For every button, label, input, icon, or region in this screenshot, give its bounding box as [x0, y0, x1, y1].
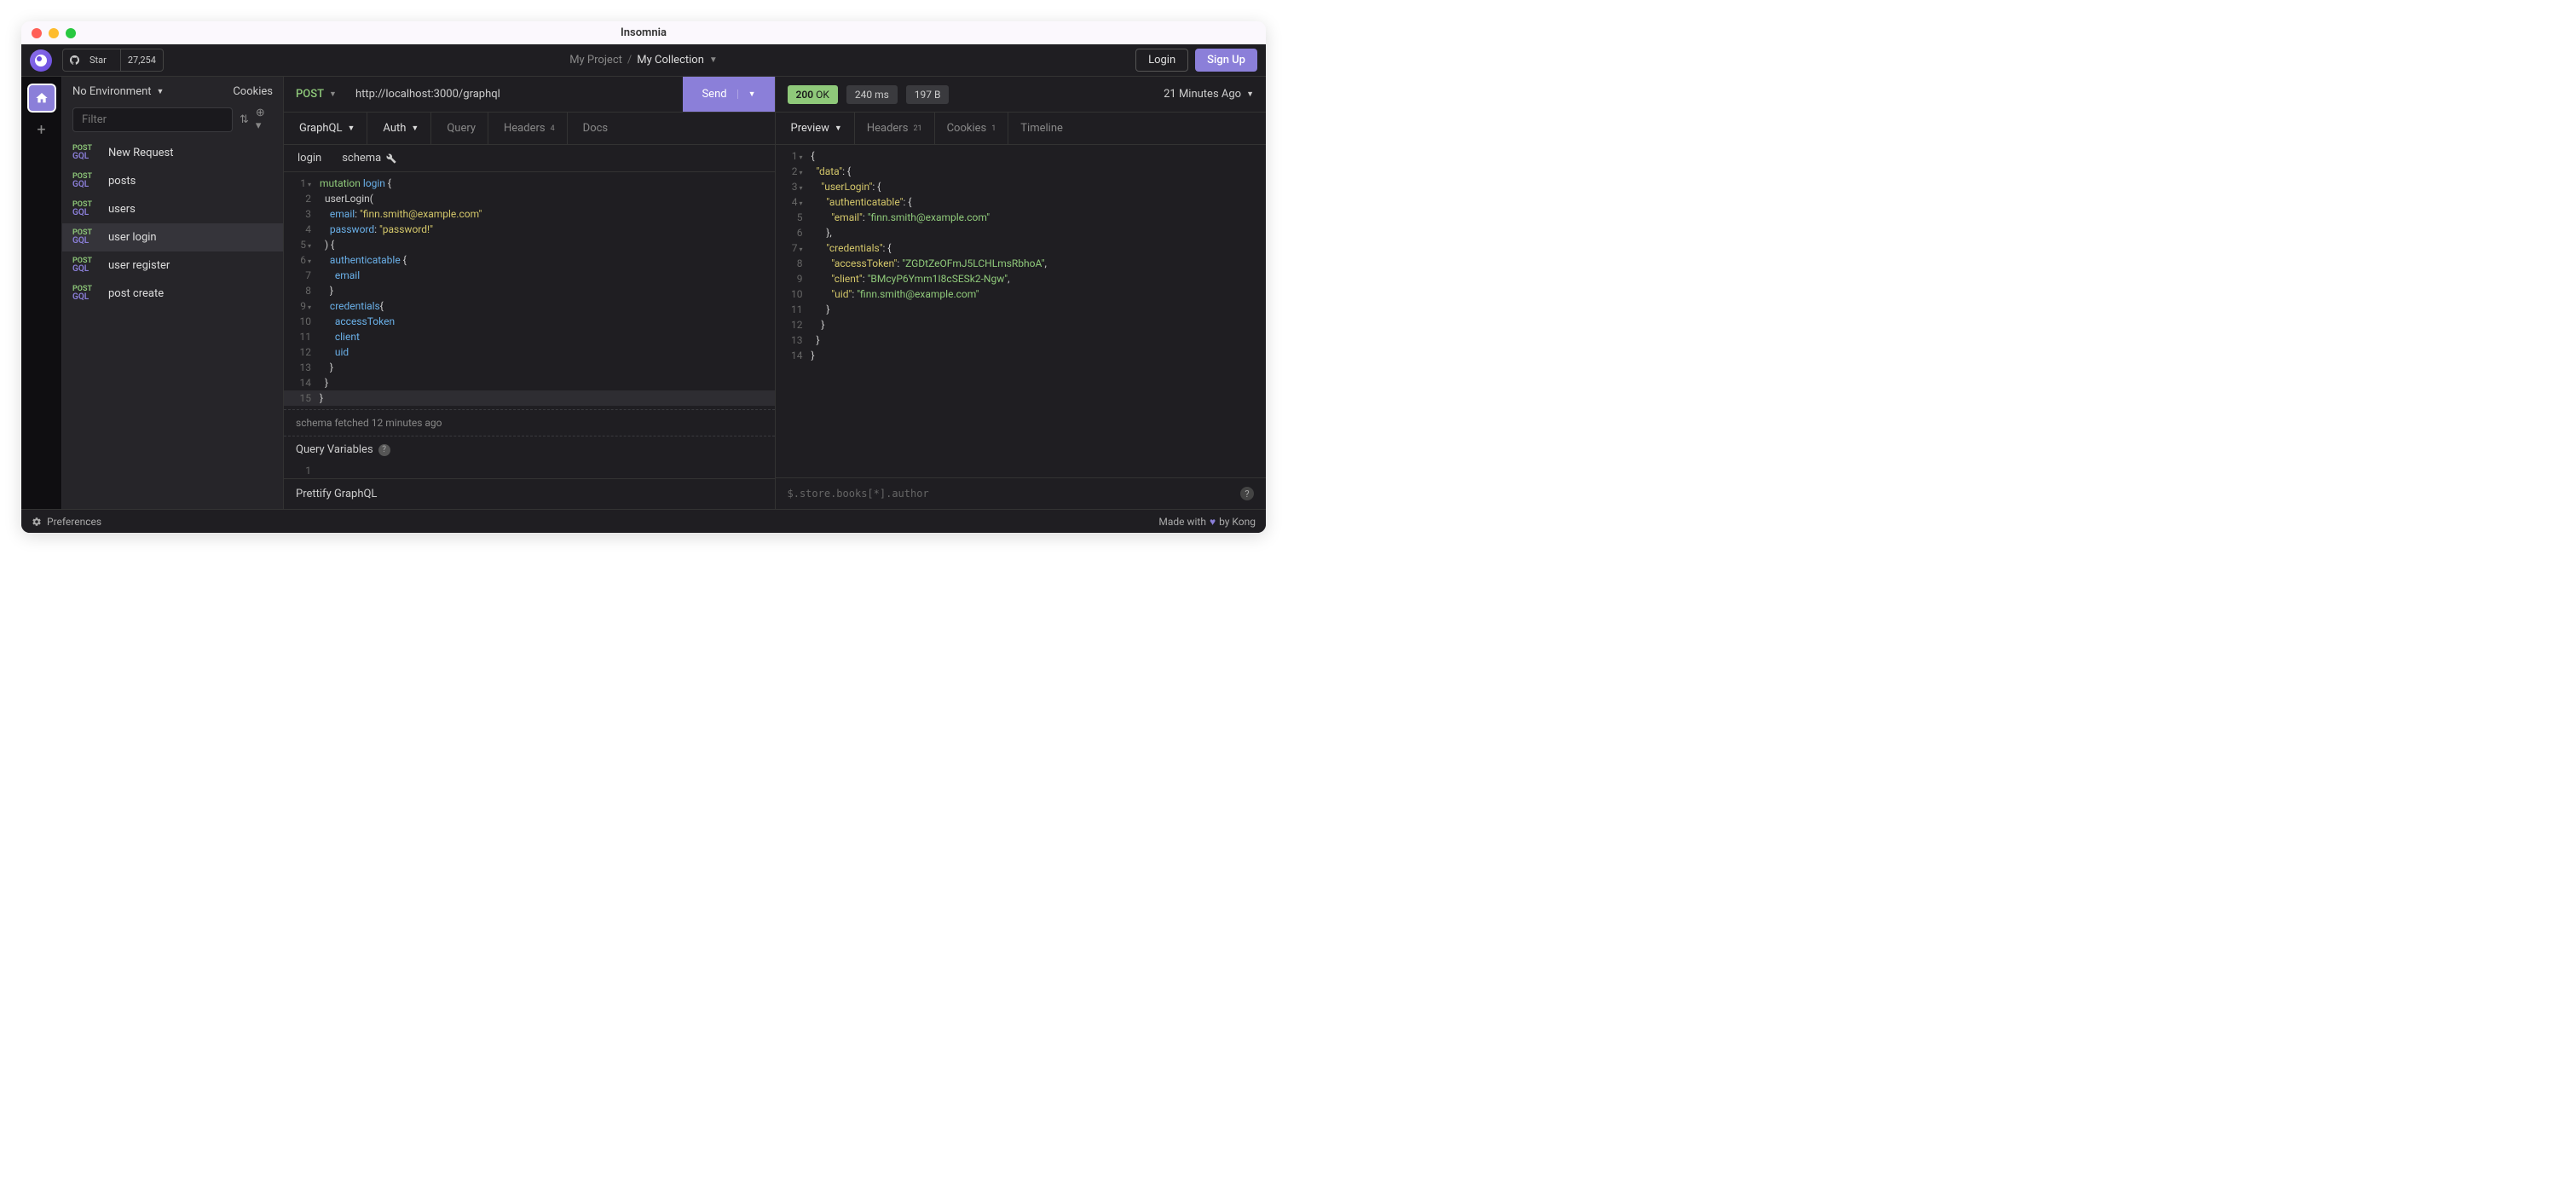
sidebar-item-user-register[interactable]: POSTGQLuser register: [62, 251, 283, 280]
sidebar-item-users[interactable]: POSTGQLusers: [62, 195, 283, 223]
made-by-kong[interactable]: Made with ♥ by Kong: [1158, 516, 1256, 528]
request-panel: POST▼ http://localhost:3000/graphql Send…: [284, 77, 776, 509]
preferences-button[interactable]: Preferences: [32, 516, 101, 528]
response-panel: 200 OK 240 ms 197 B 21 Minutes Ago▼ Prev…: [776, 77, 1267, 509]
request-list: POSTGQLNew Request POSTGQLposts POSTGQLu…: [62, 139, 283, 509]
wrench-icon: [386, 153, 396, 164]
close-window[interactable]: [32, 28, 42, 38]
topbar: Star 27,254 My Project / My Collection ▼…: [21, 44, 1266, 77]
tab-headers[interactable]: Headers 4: [492, 113, 568, 144]
prettify-button[interactable]: Prettify GraphQL: [284, 478, 775, 509]
response-time: 240 ms: [846, 85, 898, 104]
response-status-bar: 200 OK 240 ms 197 B 21 Minutes Ago▼: [776, 77, 1267, 113]
subtab-schema[interactable]: schema: [342, 152, 396, 165]
filter-input[interactable]: [72, 107, 233, 132]
tab-docs[interactable]: Docs: [571, 113, 620, 144]
traffic-lights: [32, 28, 76, 38]
gear-icon: [32, 517, 42, 527]
chevron-down-icon: ▼: [835, 124, 842, 133]
tab-graphql[interactable]: GraphQL▼: [287, 113, 367, 144]
insomnia-logo-icon: [30, 49, 52, 72]
environment-selector[interactable]: No Environment ▼: [72, 85, 164, 98]
send-button[interactable]: Send▼: [683, 77, 774, 112]
sidebar-item-user-login[interactable]: POSTGQLuser login: [62, 223, 283, 251]
schema-status: schema fetched 12 minutes ago: [284, 409, 775, 436]
maximize-window[interactable]: [66, 28, 76, 38]
method-selector[interactable]: POST▼: [284, 88, 349, 101]
response-body[interactable]: 1▾{ 2▾ "data": { 3▾ "userLogin": { 4▾ "a…: [776, 145, 1267, 477]
sidebar: No Environment ▼ Cookies ⇅ ⊕ ▾ POSTGQLNe…: [62, 77, 284, 509]
breadcrumb-project[interactable]: My Project: [569, 54, 622, 66]
minimize-window[interactable]: [49, 28, 59, 38]
status-badge: 200 OK: [788, 85, 838, 104]
help-icon[interactable]: ?: [378, 444, 390, 456]
help-icon[interactable]: ?: [1240, 487, 1254, 500]
sort-button[interactable]: ⇅: [240, 113, 249, 126]
tab-auth[interactable]: Auth▼: [371, 113, 431, 144]
add-workspace-button[interactable]: +: [37, 121, 45, 139]
cookies-button[interactable]: Cookies: [233, 85, 273, 98]
response-size: 197 B: [906, 85, 950, 104]
url-input[interactable]: http://localhost:3000/graphql: [349, 88, 683, 101]
home-button[interactable]: [27, 84, 56, 113]
chevron-down-icon[interactable]: ▼: [709, 55, 718, 65]
chevron-down-icon: ▼: [157, 87, 165, 96]
tab-resp-cookies[interactable]: Cookies 1: [935, 113, 1009, 144]
query-variables-editor[interactable]: 1: [284, 463, 775, 478]
query-editor[interactable]: 1▾mutation login { 2 userLogin( 3 email:…: [284, 172, 775, 478]
request-tabs: GraphQL▼ Auth▼ Query Headers 4 Docs: [284, 113, 775, 145]
main: + No Environment ▼ Cookies ⇅ ⊕ ▾ POSTGQL…: [21, 77, 1266, 509]
app-body: Star 27,254 My Project / My Collection ▼…: [21, 44, 1266, 533]
home-icon: [35, 91, 49, 105]
signup-button[interactable]: Sign Up: [1195, 49, 1257, 72]
graphql-subtabs: login schema: [284, 145, 775, 172]
sidebar-item-new-request[interactable]: POSTGQLNew Request: [62, 139, 283, 167]
app-window: Insomnia Star 27,254 My Project / My Col…: [21, 21, 1266, 533]
chevron-down-icon: ▼: [411, 124, 419, 133]
left-rail: +: [21, 77, 62, 509]
tab-query[interactable]: Query: [435, 113, 488, 144]
window-title: Insomnia: [621, 26, 667, 39]
chevron-down-icon[interactable]: ▼: [737, 90, 756, 99]
tab-preview[interactable]: Preview▼: [779, 113, 855, 144]
subtab-login[interactable]: login: [297, 152, 321, 165]
chevron-down-icon: ▼: [347, 124, 355, 133]
sidebar-item-post-create[interactable]: POSTGQLpost create: [62, 280, 283, 308]
sidebar-item-posts[interactable]: POSTGQLposts: [62, 167, 283, 195]
chevron-down-icon: ▼: [329, 90, 337, 99]
github-star-button[interactable]: Star 27,254: [62, 49, 164, 72]
url-bar: POST▼ http://localhost:3000/graphql Send…: [284, 77, 775, 113]
response-tabs: Preview▼ Headers 21 Cookies 1 Timeline: [776, 113, 1267, 145]
heart-icon: ♥: [1210, 516, 1216, 528]
breadcrumb-collection[interactable]: My Collection: [637, 54, 704, 66]
tab-resp-headers[interactable]: Headers 21: [855, 113, 935, 144]
statusbar: Preferences Made with ♥ by Kong: [21, 509, 1266, 533]
response-history[interactable]: 21 Minutes Ago▼: [1164, 88, 1254, 101]
login-button[interactable]: Login: [1135, 49, 1188, 72]
add-request-button[interactable]: ⊕ ▾: [256, 107, 273, 132]
jsonpath-input[interactable]: $.store.books[*].author: [788, 488, 1234, 500]
chevron-down-icon: ▼: [1246, 90, 1254, 99]
github-star-count: 27,254: [121, 49, 163, 71]
titlebar: Insomnia: [21, 21, 1266, 44]
tab-timeline[interactable]: Timeline: [1008, 113, 1075, 144]
github-star-label: Star: [83, 52, 113, 68]
breadcrumb: My Project / My Collection ▼: [569, 54, 718, 66]
query-variables-header[interactable]: Query Variables?: [284, 436, 775, 463]
response-filter: $.store.books[*].author ?: [776, 477, 1267, 509]
